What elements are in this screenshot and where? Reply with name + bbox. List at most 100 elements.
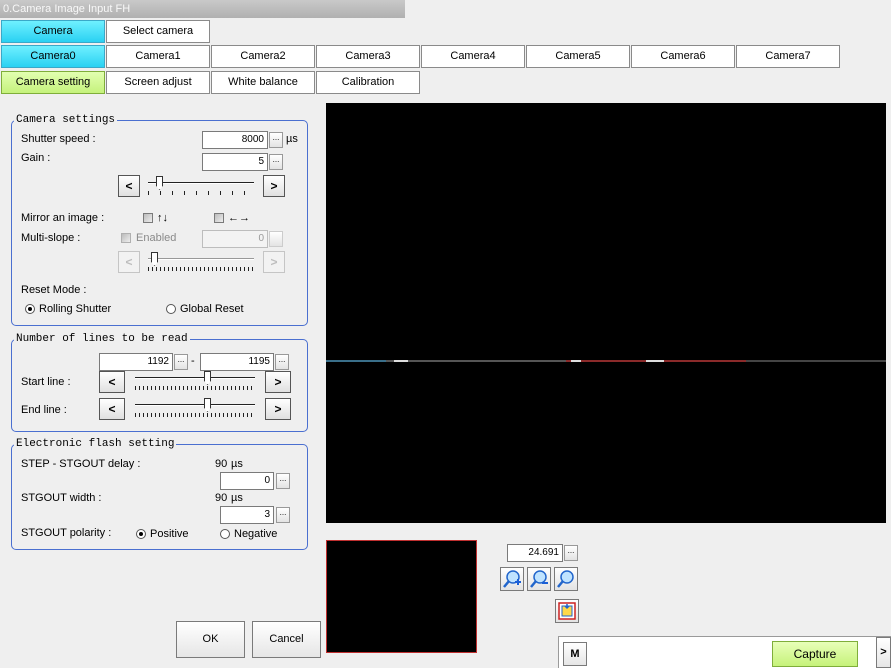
strip-highlight-3: [646, 360, 664, 362]
title-bar: 0.Camera Image Input FH: [0, 0, 891, 18]
start-line-label: Start line :: [21, 376, 71, 388]
width-dots-button[interactable]: ...: [276, 507, 290, 523]
mirror-horizontal-icon: ←→: [228, 212, 250, 224]
gain-decrease-button[interactable]: <: [118, 175, 140, 197]
multislope-slider[interactable]: [148, 252, 254, 272]
tab-camera7[interactable]: Camera7: [736, 45, 840, 68]
gain-field[interactable]: 5: [202, 153, 268, 171]
global-reset-radio[interactable]: [166, 304, 176, 314]
multislope-decrease-button[interactable]: <: [118, 251, 140, 273]
multislope-slider-thumb[interactable]: [151, 252, 158, 266]
end-line-label: End line :: [21, 404, 67, 416]
tab-camera-setting[interactable]: Camera setting: [1, 71, 105, 94]
lines-separator: -: [191, 355, 195, 367]
gain-slider-thumb[interactable]: [156, 176, 163, 190]
delay-display: 90: [215, 458, 228, 470]
start-line-slider[interactable]: [135, 371, 255, 391]
delay-field[interactable]: 0: [220, 472, 274, 490]
start-line-decrease-button[interactable]: <: [99, 371, 125, 393]
shutter-speed-label: Shutter speed :: [21, 133, 96, 145]
window-title: 0.Camera Image Input FH: [3, 3, 131, 15]
shutter-speed-field[interactable]: 8000: [202, 131, 268, 149]
cancel-button[interactable]: Cancel: [252, 621, 321, 658]
zoom-fit-icon[interactable]: [554, 567, 578, 591]
multislope-slider-ticks: [148, 267, 254, 271]
mirror-label: Mirror an image :: [21, 212, 105, 224]
tab-camera3[interactable]: Camera3: [316, 45, 420, 68]
capture-button[interactable]: Capture: [772, 641, 858, 667]
delay-dots-button[interactable]: ...: [276, 473, 290, 489]
tab-white-balance[interactable]: White balance: [211, 71, 315, 94]
mirror-vertical-checkbox[interactable]: [143, 213, 153, 223]
fit-window-glyph: [558, 602, 576, 620]
lines-from-dots-button[interactable]: ...: [174, 354, 188, 370]
strip-highlight-2: [571, 360, 581, 362]
zoom-dots-button[interactable]: ...: [564, 545, 578, 561]
start-line-increase-button[interactable]: >: [265, 371, 291, 393]
mirror-vertical-icon: ↑↓: [157, 212, 168, 224]
gain-increase-button[interactable]: >: [263, 175, 285, 197]
thumbnail-viewer[interactable]: [326, 540, 477, 653]
multislope-field[interactable]: 0: [202, 230, 268, 248]
multislope-enabled-label: Enabled: [136, 232, 177, 244]
delay-label: STEP - STGOUT delay :: [21, 458, 141, 470]
positive-label: Positive: [150, 528, 189, 540]
tab-camera6[interactable]: Camera6: [631, 45, 735, 68]
tab-camera5[interactable]: Camera5: [526, 45, 630, 68]
lines-to-dots-button[interactable]: ...: [275, 354, 289, 370]
gain-slider-track: [148, 182, 254, 184]
start-line-ticks: [135, 386, 255, 390]
multislope-dots-button[interactable]: [269, 231, 283, 247]
tab-camera0[interactable]: Camera0: [1, 45, 105, 68]
zoom-out-glyph: [530, 570, 548, 588]
title-bar-filler: [405, 0, 891, 18]
tab-camera[interactable]: Camera: [1, 20, 105, 43]
end-line-decrease-button[interactable]: <: [99, 398, 125, 420]
gain-slider-ticks: [148, 191, 254, 195]
image-viewer[interactable]: [326, 103, 886, 523]
end-line-increase-button[interactable]: >: [265, 398, 291, 420]
positive-radio[interactable]: [136, 529, 146, 539]
start-line-thumb[interactable]: [204, 371, 211, 385]
m-button[interactable]: M: [563, 642, 587, 666]
width-field[interactable]: 3: [220, 506, 274, 524]
multislope-slider-track: [148, 258, 254, 260]
ok-button[interactable]: OK: [176, 621, 245, 658]
rolling-shutter-label: Rolling Shutter: [39, 303, 112, 315]
negative-radio[interactable]: [220, 529, 230, 539]
tab-camera2[interactable]: Camera2: [211, 45, 315, 68]
rolling-shutter-radio[interactable]: [25, 304, 35, 314]
lines-from-field[interactable]: 1192: [99, 353, 173, 371]
polarity-label: STGOUT polarity :: [21, 527, 112, 539]
mirror-horizontal-checkbox[interactable]: [214, 213, 224, 223]
lines-to-field[interactable]: 1195: [200, 353, 274, 371]
width-unit: µs: [231, 492, 243, 504]
gain-slider[interactable]: [148, 176, 254, 196]
end-line-thumb[interactable]: [204, 398, 211, 412]
tab-select-camera[interactable]: Select camera: [106, 20, 210, 43]
zoom-out-icon[interactable]: [527, 567, 551, 591]
gain-dots-button[interactable]: ...: [269, 154, 283, 170]
zoom-field[interactable]: 24.691: [507, 544, 563, 562]
global-reset-label: Global Reset: [180, 303, 244, 315]
shutter-unit: µs: [286, 133, 298, 145]
tab-calibration[interactable]: Calibration: [316, 71, 420, 94]
strip-highlight-1: [394, 360, 408, 362]
multislope-increase-button[interactable]: >: [263, 251, 285, 273]
camera-settings-title: Camera settings: [14, 114, 118, 126]
zoom-fit-glyph: [557, 570, 574, 588]
multislope-label: Multi-slope :: [21, 232, 81, 244]
tab-camera4[interactable]: Camera4: [421, 45, 525, 68]
end-line-slider[interactable]: [135, 398, 255, 418]
tab-screen-adjust[interactable]: Screen adjust: [106, 71, 210, 94]
more-button[interactable]: >: [876, 637, 891, 668]
start-line-track: [135, 377, 255, 379]
tab-camera1[interactable]: Camera1: [106, 45, 210, 68]
flash-title: Electronic flash setting: [14, 438, 177, 450]
multislope-enabled-checkbox[interactable]: [121, 233, 131, 243]
shutter-speed-dots-button[interactable]: ...: [269, 132, 283, 148]
zoom-in-glyph: [503, 570, 521, 588]
gain-label: Gain :: [21, 152, 51, 164]
zoom-in-icon[interactable]: [500, 567, 524, 591]
fit-window-icon[interactable]: [555, 599, 579, 623]
